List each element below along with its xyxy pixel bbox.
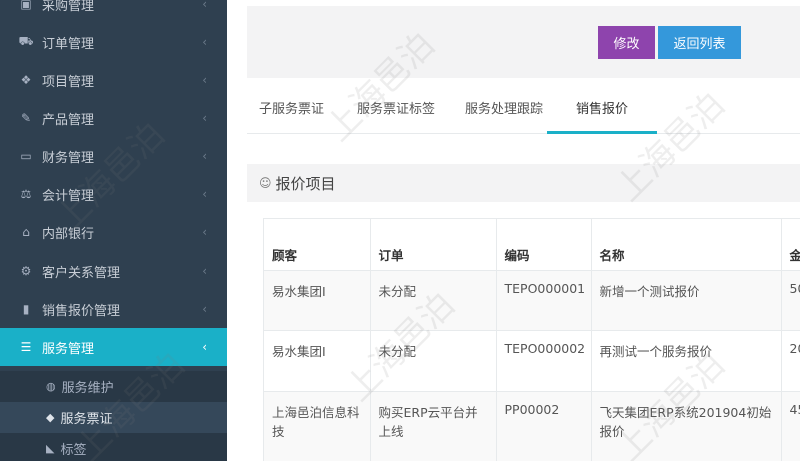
cell-name: 新增一个测试报价 <box>591 270 782 331</box>
column-header-code[interactable]: 编码 <box>496 219 592 271</box>
sidebar-item-label: 财务管理 <box>42 150 95 166</box>
sidebar-item-projects[interactable]: ❖ 项目管理 ‹ <box>0 61 227 99</box>
sidebar-item-products[interactable]: ✎ 产品管理 ‹ <box>0 99 227 137</box>
sidebar-item-accounting[interactable]: ⚖ 会计管理 ‹ <box>0 175 227 213</box>
column-header-customer[interactable]: 顾客 <box>264 219 371 271</box>
sidebar-item-label: 销售报价管理 <box>42 303 121 319</box>
tab-sales-quote[interactable]: 销售报价 <box>547 96 657 134</box>
column-header-name[interactable]: 名称 <box>591 219 782 271</box>
cell-customer: 易水集团I <box>264 330 371 392</box>
chevron-left-icon: ‹ <box>202 264 207 278</box>
balance-icon: ⚖ <box>20 187 32 201</box>
user-icon: ☺ <box>259 176 272 190</box>
tag-icon: ◣ <box>46 442 55 455</box>
edit-button[interactable]: 修改 <box>598 26 655 59</box>
cell-order: 未分配 <box>370 330 497 392</box>
cell-name: 飞天集团ERP系统201904初始报价 <box>591 391 782 461</box>
sidebar-item-label: 服务管理 <box>42 341 95 357</box>
chevron-left-icon: ‹ <box>202 111 207 125</box>
list-icon: ☰ <box>20 340 32 354</box>
chevron-left-icon: ‹ <box>202 340 207 354</box>
tab-service-ticket-tags[interactable]: 服务票证标签 <box>357 96 435 134</box>
sidebar-item-label: 采购管理 <box>42 0 95 14</box>
chevron-left-icon: ‹ <box>202 187 207 201</box>
cubes-icon: ❖ <box>20 73 32 87</box>
sidebar-subitem-label: 服务维护 <box>61 381 114 396</box>
sidebar-item-orders[interactable]: ⛟ 订单管理 ‹ <box>0 23 227 61</box>
sidebar-item-service[interactable]: ☰ 服务管理 ‹ <box>0 328 227 366</box>
column-header-order[interactable]: 订单 <box>370 219 497 271</box>
table-row[interactable]: 易水集团I 未分配 TEPO000001 新增一个测试报价 50 <box>264 270 800 331</box>
chevron-left-icon: ‹ <box>202 73 207 87</box>
bar-chart-icon: ▮ <box>22 302 30 316</box>
cell-order: 购买ERP云平台并上线 <box>370 391 497 461</box>
quote-items-table: 顾客 订单 编码 名称 金 易水集团I 未分配 TEPO000001 新增一个测… <box>263 218 800 461</box>
tab-service-tracking[interactable]: 服务处理跟踪 <box>465 96 543 134</box>
sidebar: ▣ 采购管理 ‹ ⛟ 订单管理 ‹ ❖ 项目管理 ‹ ✎ 产品管理 ‹ ▭ 财务… <box>0 0 227 461</box>
cart-icon: ⛟ <box>18 34 34 48</box>
back-to-list-button[interactable]: 返回列表 <box>658 26 741 59</box>
sidebar-item-internal-bank[interactable]: ⌂ 内部银行 ‹ <box>0 213 227 251</box>
cell-customer: 易水集团I <box>264 270 371 331</box>
chevron-left-icon: ‹ <box>202 302 207 316</box>
sidebar-item-sales-quote[interactable]: ▮ 销售报价管理 ‹ <box>0 290 227 328</box>
sidebar-item-label: 订单管理 <box>42 36 95 52</box>
sidebar-subitem-service-ticket[interactable]: ◆ 服务票证 <box>0 402 227 433</box>
cell-customer: 上海邑泊信息科技 <box>264 391 371 461</box>
table-header-row: 顾客 订单 编码 名称 金 <box>264 219 800 271</box>
cell-amount: 50 <box>781 270 800 331</box>
cell-order: 未分配 <box>370 270 497 331</box>
money-icon: ▭ <box>20 149 32 163</box>
ticket-icon: ◆ <box>46 411 55 424</box>
sidebar-item-label: 会计管理 <box>42 188 95 204</box>
chevron-left-icon: ‹ <box>202 0 207 11</box>
sidebar-subitem-label: 标签 <box>60 443 87 458</box>
sidebar-item-label: 内部银行 <box>42 226 95 242</box>
sidebar-subitem-service-maintenance[interactable]: ◍ 服务维护 <box>0 371 227 402</box>
sidebar-subitem-label: 服务票证 <box>60 412 113 427</box>
cell-code: PP00002 <box>496 391 592 461</box>
cell-name: 再测试一个服务报价 <box>591 330 782 392</box>
sidebar-item-crm[interactable]: ⚙ 客户关系管理 ‹ <box>0 252 227 290</box>
sidebar-item-finance[interactable]: ▭ 财务管理 ‹ <box>0 137 227 175</box>
main-content: 修改 返回列表 子服务票证 服务票证标签 服务处理跟踪 销售报价 ☺ 报价项目 … <box>227 0 800 461</box>
bank-icon: ⌂ <box>22 225 30 239</box>
sidebar-subitem-tag[interactable]: ◣ 标签 <box>0 433 227 461</box>
toolbar: 修改 返回列表 <box>247 6 800 78</box>
cell-code: TEPO000002 <box>496 330 592 392</box>
chevron-left-icon: ‹ <box>202 225 207 239</box>
sidebar-item-label: 产品管理 <box>42 112 95 128</box>
tab-bar: 子服务票证 服务票证标签 服务处理跟踪 销售报价 <box>247 96 800 134</box>
sidebar-item-label: 客户关系管理 <box>42 265 121 281</box>
panel-title: ☺ 报价项目 <box>247 164 800 202</box>
tab-sub-service-ticket[interactable]: 子服务票证 <box>259 96 324 134</box>
cart-icon: ▣ <box>20 0 32 11</box>
cell-amount: 20 <box>781 330 800 392</box>
panel-title-text: 报价项目 <box>275 174 336 193</box>
sidebar-item-procurement[interactable]: ▣ 采购管理 ‹ <box>0 0 227 23</box>
cell-amount: 45 <box>781 391 800 461</box>
column-header-amount[interactable]: 金 <box>781 219 800 271</box>
chevron-left-icon: ‹ <box>202 149 207 163</box>
globe-icon: ◍ <box>46 380 56 393</box>
cell-code: TEPO000001 <box>496 270 592 331</box>
table-row[interactable]: 易水集团I 未分配 TEPO000002 再测试一个服务报价 20 <box>264 330 800 392</box>
table-row[interactable]: 上海邑泊信息科技 购买ERP云平台并上线 PP00002 飞天集团ERP系统20… <box>264 391 800 461</box>
edit-icon: ✎ <box>20 111 32 125</box>
cogs-icon: ⚙ <box>20 264 32 278</box>
chevron-left-icon: ‹ <box>202 35 207 49</box>
sidebar-item-label: 项目管理 <box>42 74 95 90</box>
